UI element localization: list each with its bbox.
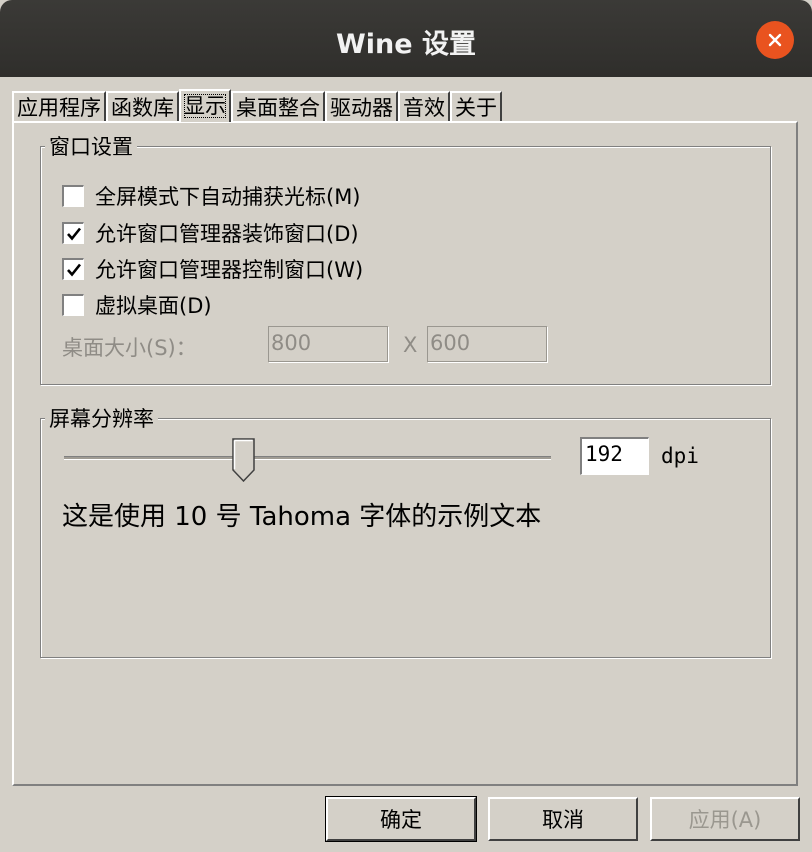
dpi-slider-thumb[interactable] [232,438,256,482]
checkmark-icon [66,263,81,277]
dpi-input[interactable]: 192 [580,437,649,475]
apply-button[interactable]: 应用(A) [650,797,800,841]
dpi-unit-label: dpi [661,444,699,468]
option-wm-control-label: 允许窗口管理器控制窗口(W) [95,258,364,282]
tab-about[interactable]: 关于 [450,91,502,122]
tab-audio[interactable]: 音效 [398,91,450,122]
resolution-label: 屏幕分辨率 [45,407,158,431]
desktop-size-label: 桌面大小(S)： [62,336,197,360]
window-settings-label: 窗口设置 [45,135,137,159]
checkbox-virtual-desktop[interactable] [62,294,84,316]
checkmark-icon [66,227,81,241]
window-title: Wine 设置 [336,29,476,60]
checkbox-wm-control[interactable] [62,258,84,280]
desktop-size-separator: X [403,333,418,357]
option-wm-decorate-label: 允许窗口管理器装饰窗口(D) [95,222,359,246]
tab-libraries[interactable]: 函数库 [106,91,179,122]
desktop-width-input[interactable]: 800 [268,326,388,362]
tab-applications[interactable]: 应用程序 [12,91,106,122]
tab-graphics[interactable]: 显示 [179,89,231,122]
ok-button[interactable]: 确定 [325,796,477,842]
title-bar: Wine 设置 [0,0,812,77]
close-button[interactable] [756,21,794,59]
option-virtual-desktop-label: 虚拟桌面(D) [95,294,212,318]
checkbox-wm-decorate[interactable] [62,222,84,244]
tab-desktop-integration[interactable]: 桌面整合 [231,91,325,122]
option-wm-decorate[interactable]: 允许窗口管理器装饰窗口(D) [62,218,359,248]
desktop-height-input[interactable]: 600 [427,326,547,362]
tab-drives[interactable]: 驱动器 [325,91,398,122]
dpi-slider-track[interactable] [64,456,551,460]
option-wm-control[interactable]: 允许窗口管理器控制窗口(W) [62,254,363,284]
checkbox-capture-mouse[interactable] [62,185,84,207]
option-capture-mouse[interactable]: 全屏模式下自动捕获光标(M) [62,181,361,211]
tab-bar: 应用程序 函数库 显示 桌面整合 驱动器 音效 关于 [12,89,502,122]
option-capture-mouse-label: 全屏模式下自动捕获光标(M) [95,185,361,209]
font-sample-text: 这是使用 10 号 Tahoma 字体的示例文本 [62,502,542,532]
cancel-button[interactable]: 取消 [488,797,638,841]
close-icon [768,33,782,47]
option-virtual-desktop[interactable]: 虚拟桌面(D) [62,290,212,320]
